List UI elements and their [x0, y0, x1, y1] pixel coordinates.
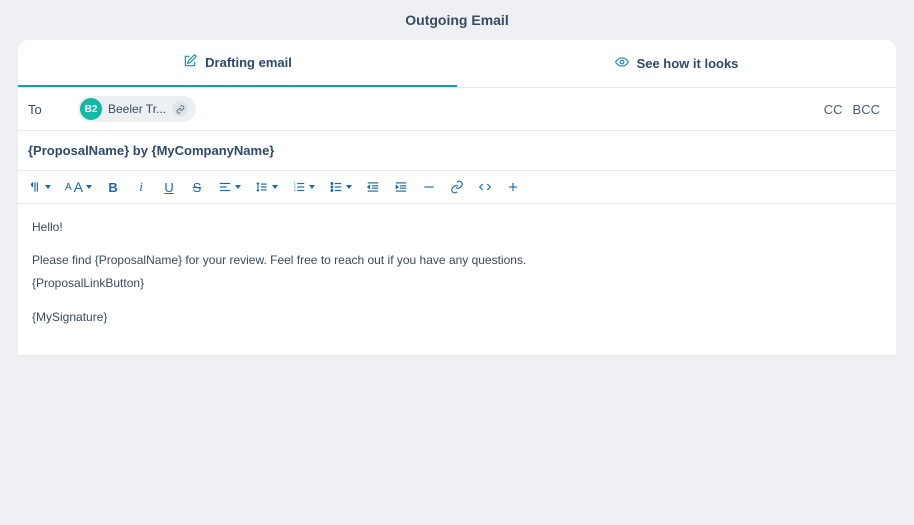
svg-text:3: 3: [294, 189, 296, 193]
cc-bcc: CC BCC: [824, 102, 886, 117]
recipient-chip[interactable]: B2 Beeler Tr...: [78, 96, 196, 122]
indent-button[interactable]: [394, 180, 408, 194]
unordered-list-button[interactable]: [329, 180, 352, 194]
link-button[interactable]: [450, 180, 464, 194]
strikethrough-button[interactable]: S: [190, 180, 204, 195]
tab-preview-label: See how it looks: [637, 56, 739, 71]
bold-button[interactable]: B: [106, 180, 120, 195]
underline-button[interactable]: U: [162, 180, 176, 195]
cc-button[interactable]: CC: [824, 102, 843, 117]
to-label: To: [28, 102, 78, 117]
editor-toolbar: AA B i U S 123: [18, 171, 896, 204]
link-icon: [172, 101, 188, 117]
bcc-button[interactable]: BCC: [853, 102, 880, 117]
code-button[interactable]: [478, 180, 492, 194]
paragraph-format-button[interactable]: [28, 180, 51, 194]
page-title: Outgoing Email: [0, 0, 914, 40]
body-line-3: {ProposalLinkButton}: [32, 274, 882, 293]
body-line-4: {MySignature}: [32, 308, 882, 327]
to-row: To B2 Beeler Tr... CC BCC: [18, 88, 896, 131]
subject-input[interactable]: {ProposalName} by {MyCompanyName}: [18, 131, 896, 171]
email-editor-card: Drafting email See how it looks To B2 Be…: [18, 40, 896, 355]
tab-drafting[interactable]: Drafting email: [18, 40, 457, 87]
body-line-1: Hello!: [32, 218, 882, 237]
eye-icon: [615, 55, 629, 72]
ordered-list-button[interactable]: 123: [292, 180, 315, 194]
tab-preview[interactable]: See how it looks: [457, 40, 896, 87]
edit-icon: [183, 54, 197, 71]
outdent-button[interactable]: [366, 180, 380, 194]
tab-drafting-label: Drafting email: [205, 55, 292, 70]
line-height-button[interactable]: [255, 180, 278, 194]
avatar: B2: [80, 98, 102, 120]
body-line-2: Please find {ProposalName} for your revi…: [32, 251, 882, 270]
add-button[interactable]: [506, 180, 520, 194]
italic-button[interactable]: i: [134, 179, 148, 195]
tabs: Drafting email See how it looks: [18, 40, 896, 88]
font-size-button[interactable]: AA: [65, 179, 92, 195]
email-body[interactable]: Hello! Please find {ProposalName} for yo…: [18, 204, 896, 355]
horizontal-rule-button[interactable]: [422, 180, 436, 194]
align-button[interactable]: [218, 180, 241, 194]
recipient-name: Beeler Tr...: [108, 102, 166, 116]
